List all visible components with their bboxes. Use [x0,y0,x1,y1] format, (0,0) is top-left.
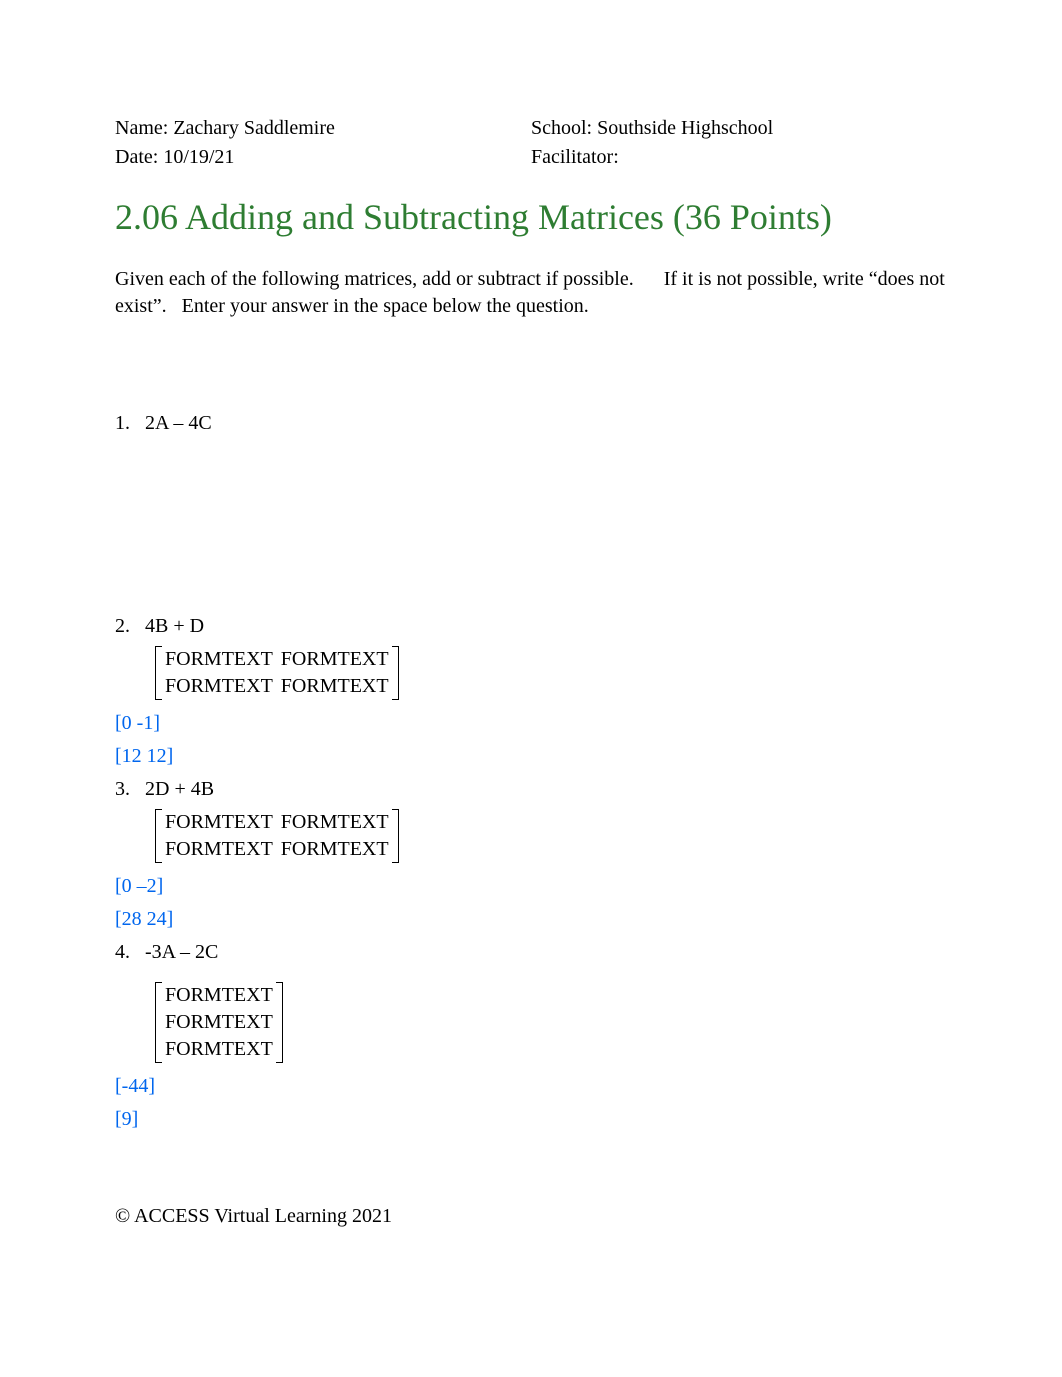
date-label: Date: [115,146,163,168]
q2-matrix-placeholder: FORMTEXT FORMTEXT FORMTEXT FORMTEXT [155,646,947,700]
q2-number: 2. [115,613,145,640]
q4-m-r2: FORMTEXT [161,1009,277,1036]
q2-answer-row1: [0 -1] [115,710,947,737]
q1-expression: 2A – 4C [145,410,212,437]
q3-m-r1c2: FORMTEXT [277,809,393,836]
footer-copyright: © ACCESS Virtual Learning 2021 [115,1203,947,1230]
q4-answer-row2: [9] [115,1106,947,1133]
q2-m-r2c1: FORMTEXT [161,673,277,700]
q4-number: 4. [115,939,145,966]
q3-m-r2c1: FORMTEXT [161,836,277,863]
q3-number: 3. [115,776,145,803]
question-3: 3. 2D + 4B [115,776,947,803]
q2-matrix: FORMTEXT FORMTEXT FORMTEXT FORMTEXT [155,646,399,700]
question-4: 4. -3A – 2C [115,939,947,966]
facilitator-line: Facilitator: [531,144,947,171]
q3-matrix-placeholder: FORMTEXT FORMTEXT FORMTEXT FORMTEXT [155,809,947,863]
q3-expression: 2D + 4B [145,776,214,803]
date-line: Date: 10/19/21 [115,144,531,171]
instructions: Given each of the following matrices, ad… [115,266,947,320]
question-2: 2. 4B + D [115,613,947,640]
q3-answer-row1: [0 –2] [115,873,947,900]
school-line: School: Southside Highschool [531,115,947,142]
q3-m-r2c2: FORMTEXT [277,836,393,863]
name-value: Zachary Saddlemire [173,117,335,139]
name-label: Name: [115,117,173,139]
q4-answer-row1: [-44] [115,1073,947,1100]
name-line: Name: Zachary Saddlemire [115,115,531,142]
q2-m-r2c2: FORMTEXT [277,673,393,700]
q1-number: 1. [115,410,145,437]
q4-m-r1: FORMTEXT [161,982,277,1009]
school-value: Southside Highschool [597,117,773,139]
q3-answer-row2: [28 24] [115,906,947,933]
header-row-1: Name: Zachary Saddlemire School: Southsi… [115,115,947,142]
header-row-2: Date: 10/19/21 Facilitator: [115,144,947,171]
page-title: 2.06 Adding and Subtracting Matrices (36… [115,195,947,240]
q4-expression: -3A – 2C [145,939,218,966]
q2-expression: 4B + D [145,613,204,640]
question-1: 1. 2A – 4C [115,410,947,437]
q2-m-r1c2: FORMTEXT [277,646,393,673]
facilitator-label: Facilitator: [531,146,619,168]
q3-matrix: FORMTEXT FORMTEXT FORMTEXT FORMTEXT [155,809,399,863]
q2-answer-row2: [12 12] [115,743,947,770]
q4-m-r3: FORMTEXT [161,1036,277,1063]
q4-matrix: FORMTEXT FORMTEXT FORMTEXT [155,982,283,1063]
date-value: 10/19/21 [163,146,234,168]
q3-m-r1c1: FORMTEXT [161,809,277,836]
school-label: School: [531,117,597,139]
q4-matrix-placeholder: FORMTEXT FORMTEXT FORMTEXT [155,982,947,1063]
q2-m-r1c1: FORMTEXT [161,646,277,673]
